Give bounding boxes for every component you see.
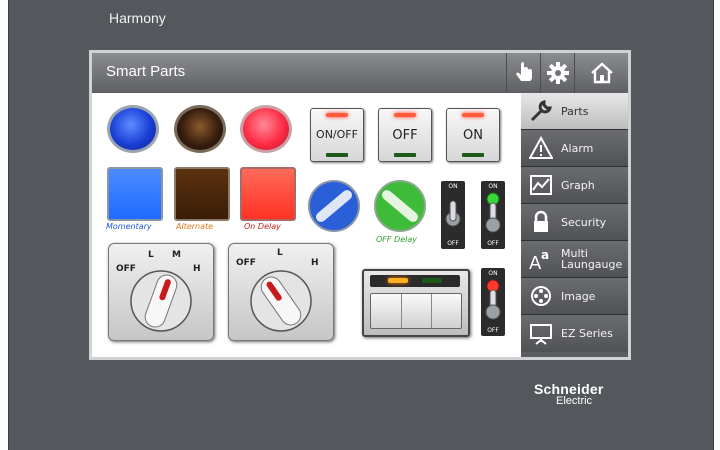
touch-hand-icon <box>516 62 532 81</box>
rotary-switch-3pos[interactable]: OFF L H <box>228 243 334 341</box>
selector-button-blue[interactable] <box>306 179 362 233</box>
home-icon <box>591 62 613 84</box>
presentation-icon <box>530 323 552 345</box>
toggle-switch-2[interactable]: ON OFF <box>481 181 505 249</box>
settings-button[interactable] <box>540 53 575 93</box>
on-switch[interactable]: ON <box>446 108 500 162</box>
switch-status-bar <box>326 153 348 157</box>
rotary-label-l: L <box>277 248 283 258</box>
rocker-switch-panel[interactable] <box>362 269 470 337</box>
sidebar-item-image[interactable]: Image <box>521 278 628 315</box>
toggle-switch-3[interactable]: ON OFF <box>481 268 505 336</box>
toggle-on-label: ON <box>448 183 458 190</box>
film-reel-icon <box>531 286 551 306</box>
on-off-switch[interactable]: ON/OFF <box>310 108 364 162</box>
rotary-switch-4pos[interactable]: OFF L M H <box>108 243 214 341</box>
on-delay-caption: On Delay <box>244 222 281 231</box>
on-delay-button[interactable] <box>240 167 296 221</box>
switch-label: ON/OFF <box>316 128 358 141</box>
schneider-electric-logo: Schneider Electric <box>534 381 604 407</box>
font-aa-icon: Aa <box>529 248 549 272</box>
wrench-icon <box>530 100 552 122</box>
toggle-lever-red-icon <box>485 279 501 320</box>
warning-icon <box>529 136 553 159</box>
alternate-caption: Alternate <box>176 222 214 231</box>
graph-icon <box>530 175 552 195</box>
gear-icon <box>547 62 569 84</box>
sidebar-item-label: Image <box>561 289 596 303</box>
title-bar: Smart Parts <box>92 53 628 93</box>
alternate-button[interactable] <box>174 167 230 221</box>
sidebar-item-security[interactable]: Security <box>521 204 628 241</box>
momentary-caption: Momentary <box>106 222 152 231</box>
rocker-lamp-green <box>422 278 442 283</box>
sidebar-item-graph[interactable]: Graph <box>521 167 628 204</box>
sidebar-item-label: Multi Laungauge <box>561 248 622 270</box>
sidebar: Parts Alarm Graph Security Aa Multi Laung… <box>521 93 628 357</box>
toggle-off-label: OFF <box>487 327 499 334</box>
lock-icon <box>534 210 548 232</box>
pilot-lamp-blue <box>107 105 159 153</box>
momentary-button[interactable] <box>107 167 163 221</box>
switch-label: OFF <box>392 128 418 143</box>
sidebar-item-label: Alarm <box>561 141 594 155</box>
toggle-off-label: OFF <box>447 240 459 247</box>
rocker-body <box>370 293 462 329</box>
switch-indicator-led <box>326 113 348 117</box>
off-switch[interactable]: OFF <box>378 108 432 162</box>
sidebar-item-ez-series[interactable]: EZ Series <box>521 315 628 352</box>
sidebar-item-label: EZ Series <box>561 327 613 340</box>
svg-text:a: a <box>541 248 549 262</box>
rocker-lamp-strip <box>370 275 460 287</box>
toggle-on-label: ON <box>488 183 498 190</box>
selector-button-green[interactable] <box>372 179 428 233</box>
brand-top-label: Harmony <box>109 10 166 26</box>
label-line-2: Laungauge <box>561 258 623 271</box>
sidebar-item-parts[interactable]: Parts <box>521 93 628 130</box>
rotary-knob-icon <box>130 270 192 332</box>
switch-status-bar <box>462 153 484 157</box>
sidebar-item-multi-language[interactable]: Aa Multi Laungauge <box>521 241 628 278</box>
pilot-lamp-red <box>240 105 292 153</box>
home-button[interactable] <box>574 53 628 93</box>
off-delay-caption: OFF Delay <box>376 235 417 244</box>
sidebar-item-label: Graph <box>561 178 595 192</box>
rotary-label-h: H <box>311 258 319 268</box>
sidebar-item-label: Parts <box>561 104 589 118</box>
rotary-label-off: OFF <box>236 258 256 268</box>
hmi-screen: Smart Parts Momentary Alternate On Delay… <box>92 53 628 357</box>
screen-title: Smart Parts <box>106 63 186 80</box>
rotary-label-l: L <box>148 250 154 260</box>
touch-button[interactable] <box>506 53 541 93</box>
sidebar-item-label: Security <box>561 215 607 229</box>
rocker-lamp-orange <box>388 278 408 283</box>
toggle-lever-green-icon <box>485 192 501 233</box>
switch-indicator-led <box>394 113 416 117</box>
rotary-knob-icon <box>250 270 312 332</box>
switch-label: ON <box>463 128 483 143</box>
switch-indicator-led <box>462 113 484 117</box>
toggle-switch-1[interactable]: ON OFF <box>441 181 465 249</box>
toggle-off-label: OFF <box>487 240 499 247</box>
toggle-on-label: ON <box>488 270 498 277</box>
rotary-label-m: M <box>172 250 181 260</box>
toggle-lever-icon <box>445 200 461 227</box>
pilot-lamp-brown <box>174 105 226 153</box>
switch-status-bar <box>394 153 416 157</box>
sidebar-item-alarm[interactable]: Alarm <box>521 130 628 167</box>
